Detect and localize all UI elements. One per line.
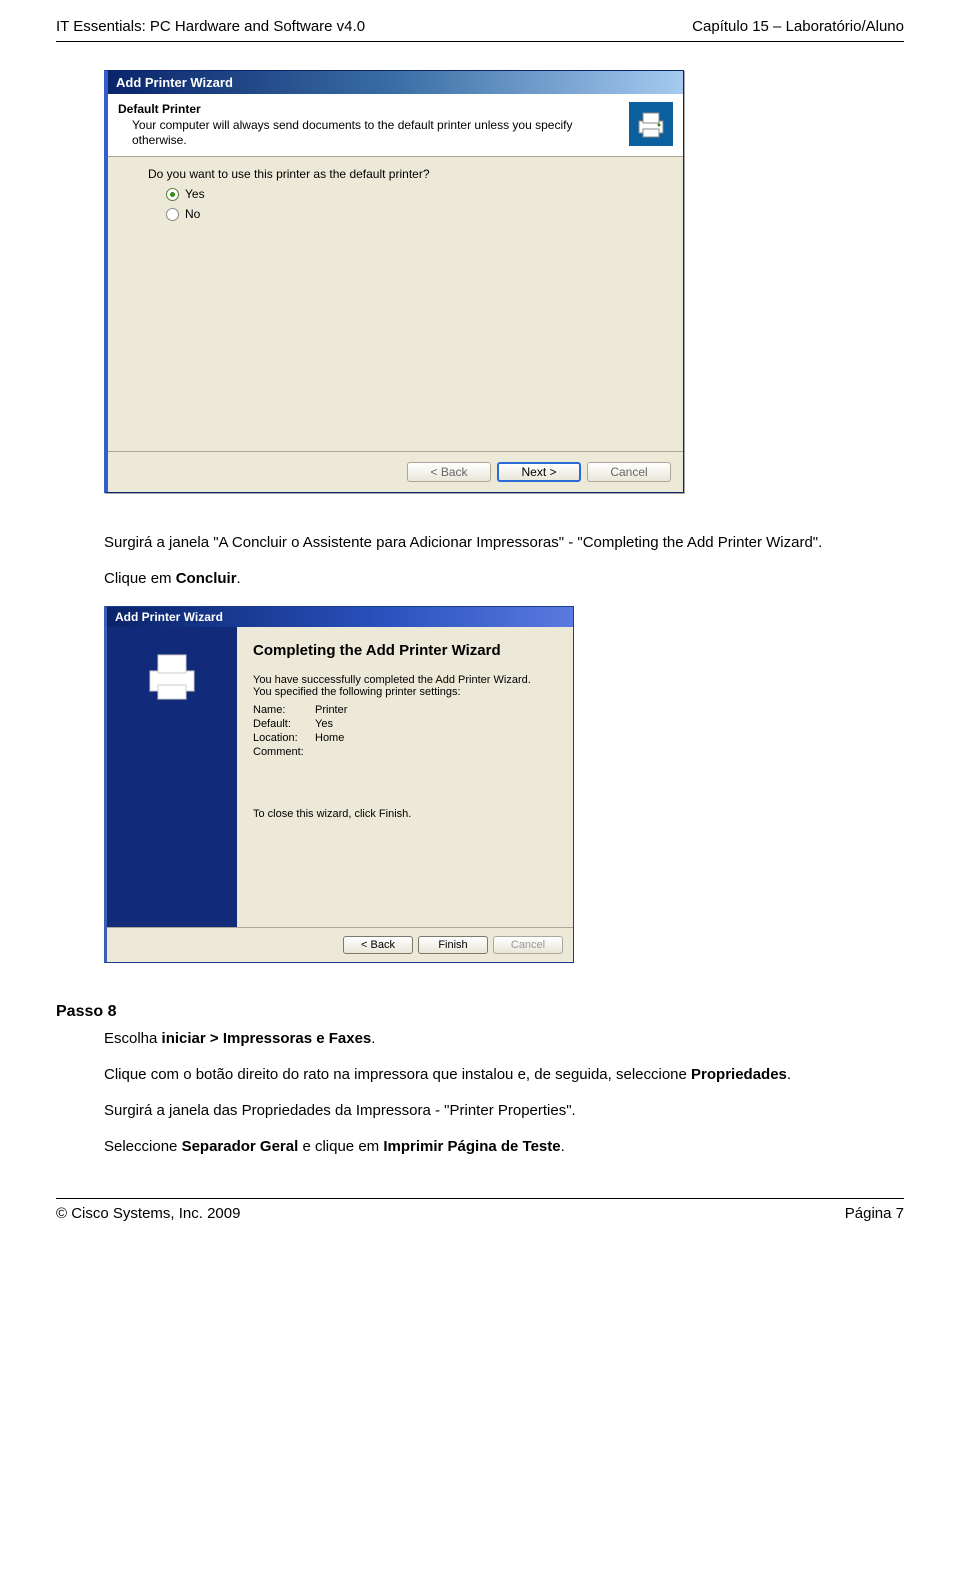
- paragraph-after-wizard1: Surgirá a janela "A Concluir o Assistent…: [104, 533, 864, 553]
- wizard2-success2: You specified the following printer sett…: [253, 686, 557, 698]
- step8-p1: Escolha iniciar > Impressoras e Faxes.: [104, 1029, 864, 1049]
- back-button[interactable]: < Back: [407, 462, 491, 482]
- value-default: Yes: [315, 718, 557, 730]
- wizard2-close-hint: To close this wizard, click Finish.: [253, 808, 557, 820]
- value-name: Printer: [315, 704, 557, 716]
- footer-left: © Cisco Systems, Inc. 2009: [56, 1205, 240, 1222]
- cancel-button[interactable]: Cancel: [493, 936, 563, 954]
- wizard2-success1: You have successfully completed the Add …: [253, 674, 557, 686]
- wizard1-heading: Default Printer: [118, 102, 619, 116]
- cancel-button[interactable]: Cancel: [587, 462, 671, 482]
- printer-icon: [629, 102, 673, 146]
- radio-yes-label: Yes: [185, 187, 205, 201]
- wizard2-settings-grid: Name: Printer Default: Yes Location: Hom…: [253, 704, 557, 758]
- step8-p2: Clique com o botão direito do rato na im…: [104, 1065, 864, 1085]
- step8-p3: Surgirá a janela das Propriedades da Imp…: [104, 1101, 864, 1121]
- printer-icon: [142, 645, 202, 705]
- back-button[interactable]: < Back: [343, 936, 413, 954]
- paragraph-click-concluir: Clique em Concluir.: [104, 569, 864, 589]
- header-right: Capítulo 15 – Laboratório/Aluno: [692, 18, 904, 35]
- radio-no-row[interactable]: No: [166, 207, 667, 221]
- label-location: Location:: [253, 732, 315, 744]
- step8-p4: Seleccione Separador Geral e clique em I…: [104, 1137, 864, 1157]
- add-printer-wizard-default: Add Printer Wizard Default Printer Your …: [104, 70, 684, 493]
- wizard2-title: Add Printer Wizard: [107, 607, 573, 627]
- wizard1-title: Add Printer Wizard: [108, 71, 683, 94]
- value-location: Home: [315, 732, 557, 744]
- label-name: Name:: [253, 704, 315, 716]
- wizard1-question: Do you want to use this printer as the d…: [148, 167, 667, 181]
- footer-right: Página 7: [845, 1205, 904, 1222]
- radio-yes-row[interactable]: Yes: [166, 187, 667, 201]
- wizard2-side-panel: [107, 627, 237, 927]
- wizard1-subheading: Your computer will always send documents…: [132, 118, 619, 148]
- value-comment: [315, 746, 557, 758]
- step8-heading: Passo 8: [56, 1003, 904, 1021]
- label-comment: Comment:: [253, 746, 315, 758]
- radio-yes-icon: [166, 188, 179, 201]
- header-left: IT Essentials: PC Hardware and Software …: [56, 18, 365, 35]
- label-default: Default:: [253, 718, 315, 730]
- radio-no-icon: [166, 208, 179, 221]
- header-rule: [56, 41, 904, 42]
- add-printer-wizard-completing: Add Printer Wizard Completing the Add Pr…: [104, 606, 574, 963]
- wizard2-heading: Completing the Add Printer Wizard: [253, 641, 557, 661]
- radio-no-label: No: [185, 207, 200, 221]
- finish-button[interactable]: Finish: [418, 936, 488, 954]
- next-button[interactable]: Next >: [497, 462, 581, 482]
